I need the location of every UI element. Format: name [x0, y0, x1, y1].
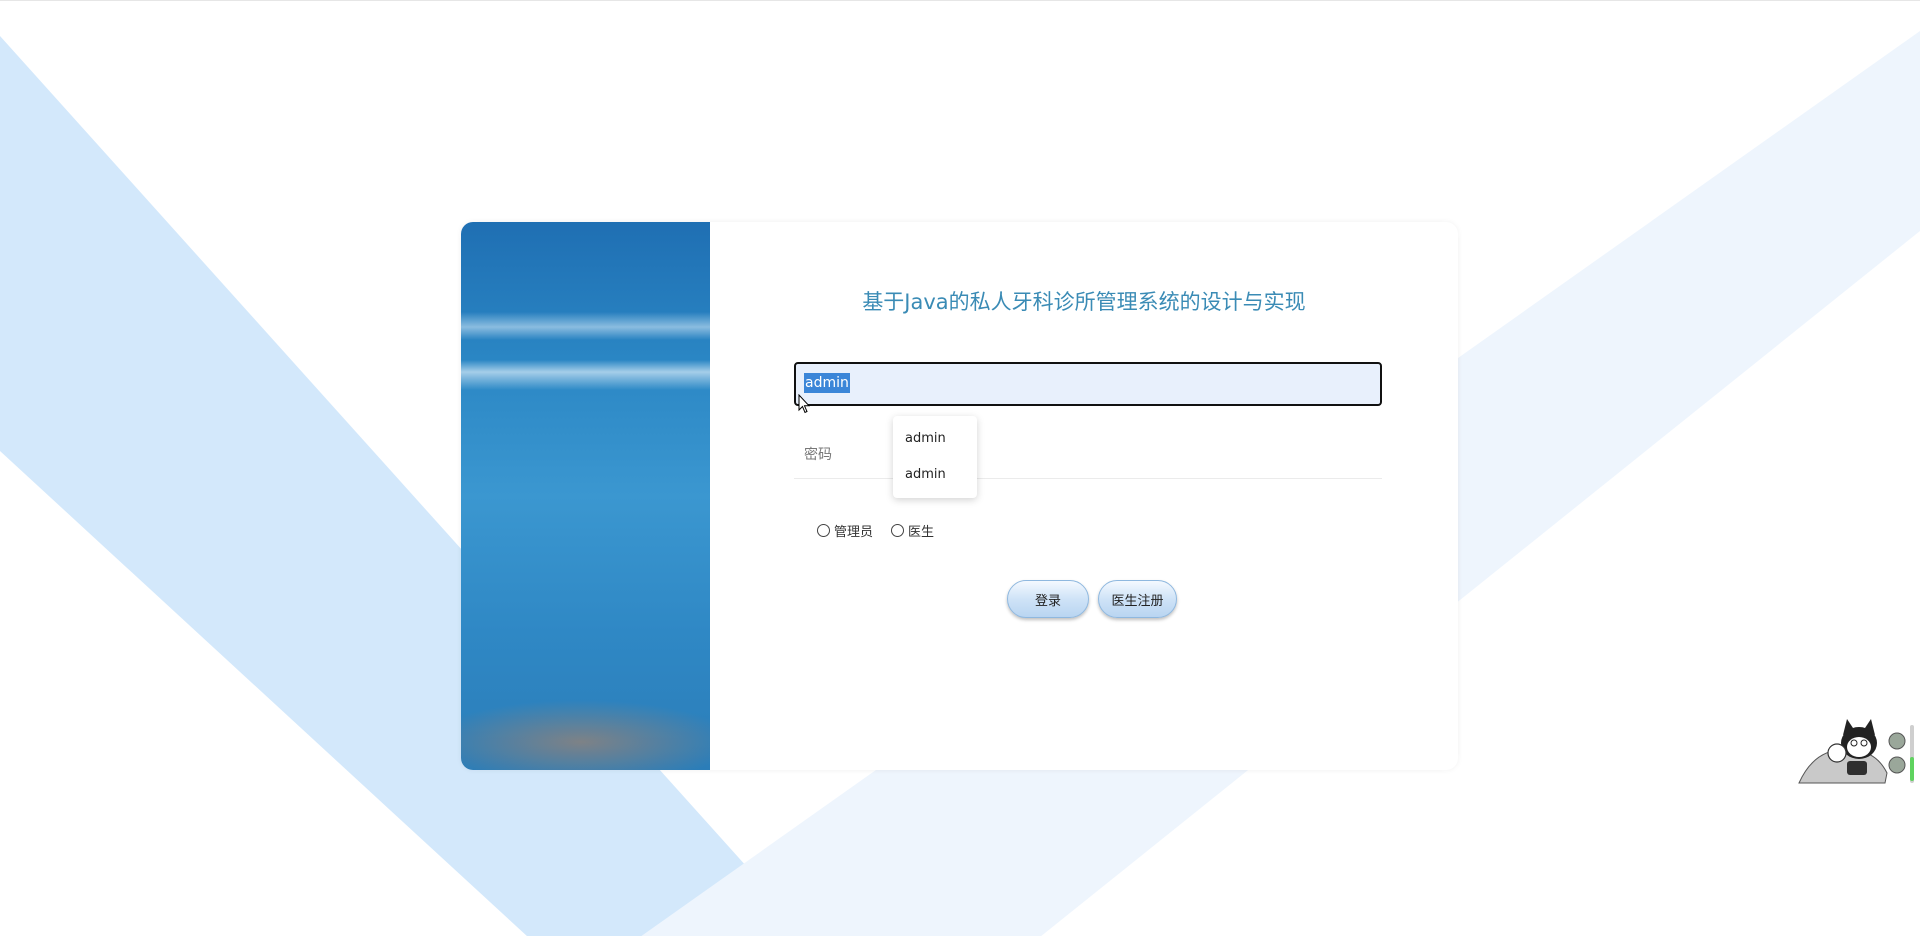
autocomplete-dropdown: admin admin — [893, 416, 977, 498]
page-title: 基于Java的私人牙科诊所管理系统的设计与实现 — [862, 290, 1306, 314]
password-input[interactable] — [794, 432, 1382, 478]
role-label-doctor: 医生 — [908, 524, 935, 540]
radio-admin[interactable] — [817, 523, 830, 537]
cursor-arrow-icon — [798, 394, 810, 414]
password-field — [794, 432, 1382, 479]
username-input[interactable] — [794, 362, 1382, 406]
radio-doctor[interactable] — [891, 523, 905, 537]
role-radio-group: 管理员 医生 — [817, 518, 952, 542]
autocomplete-item[interactable]: admin — [893, 457, 977, 493]
sea-image — [461, 222, 710, 770]
cat-mascot-icon — [1798, 719, 1914, 784]
login-card: 基于Java的私人牙科诊所管理系统的设计与实现 admin admin admi… — [461, 222, 1458, 770]
doctor-register-button[interactable]: 医生注册 — [1098, 580, 1177, 618]
role-option-admin[interactable]: 管理员 — [817, 521, 873, 540]
login-button[interactable]: 登录 — [1007, 580, 1089, 618]
username-selected-text: admin — [804, 373, 850, 393]
autocomplete-item[interactable]: admin — [893, 421, 977, 457]
role-option-doctor[interactable]: 医生 — [891, 521, 934, 540]
login-page: 基于Java的私人牙科诊所管理系统的设计与实现 admin admin admi… — [0, 0, 1920, 936]
role-label-admin: 管理员 — [834, 524, 874, 540]
